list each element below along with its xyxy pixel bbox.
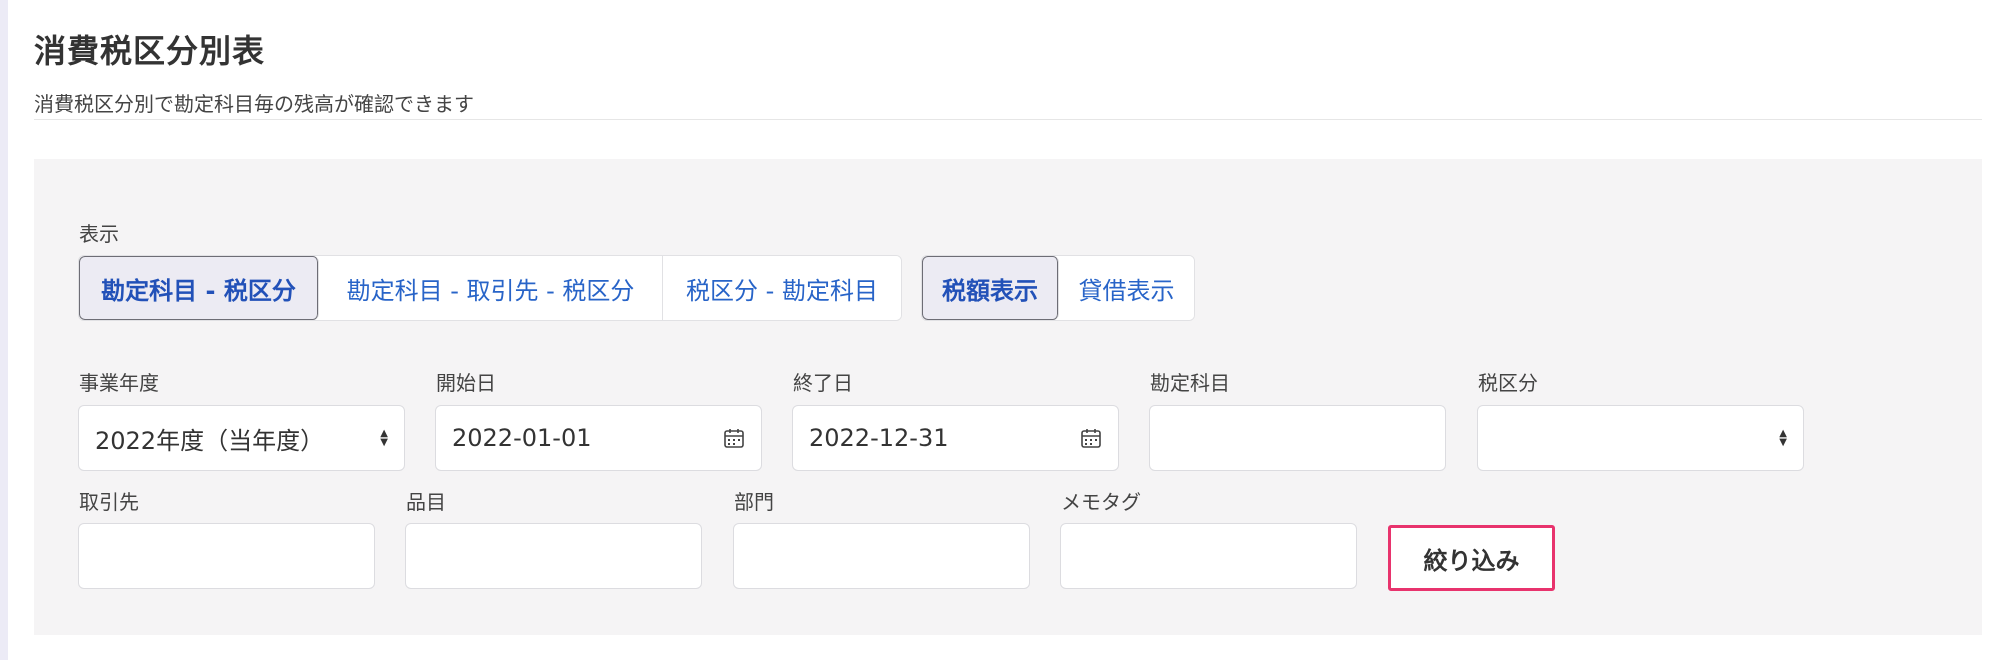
memo-tag-input[interactable] bbox=[1060, 523, 1357, 589]
group-by-toggle: 勘定科目 - 税区分 勘定科目 - 取引先 - 税区分 税区分 - 勘定科目 bbox=[78, 255, 902, 321]
start-date-label: 開始日 bbox=[436, 371, 496, 395]
account-label: 勘定科目 bbox=[1150, 371, 1230, 395]
fiscal-year-select[interactable]: 2022年度（当年度） ▲ ▼ bbox=[78, 405, 405, 471]
department-input[interactable] bbox=[733, 523, 1030, 589]
group-by-option-account-tax[interactable]: 勘定科目 - 税区分 bbox=[79, 256, 319, 320]
partner-label: 取引先 bbox=[79, 490, 139, 514]
fiscal-year-label: 事業年度 bbox=[79, 371, 159, 395]
end-date-value: 2022-12-31 bbox=[809, 424, 949, 452]
page-subtitle: 消費税区分別で勘定科目毎の残高が確認できます bbox=[34, 92, 474, 116]
tax-category-select[interactable]: ▲ ▼ bbox=[1477, 405, 1804, 471]
display-mode-toggle: 税額表示 貸借表示 bbox=[921, 255, 1195, 321]
department-label: 部門 bbox=[734, 490, 774, 514]
header-divider bbox=[34, 119, 1982, 120]
mode-option-debit-credit[interactable]: 貸借表示 bbox=[1059, 256, 1194, 320]
tax-category-label: 税区分 bbox=[1478, 371, 1538, 395]
select-arrows-icon: ▲ ▼ bbox=[1779, 428, 1787, 448]
mode-option-tax-amount[interactable]: 税額表示 bbox=[922, 256, 1059, 320]
group-by-option-tax-account[interactable]: 税区分 - 勘定科目 bbox=[663, 256, 901, 320]
left-edge-strip bbox=[0, 0, 8, 660]
end-date-input[interactable]: 2022-12-31 bbox=[792, 405, 1119, 471]
partner-input[interactable] bbox=[78, 523, 375, 589]
account-input[interactable] bbox=[1149, 405, 1446, 471]
display-label: 表示 bbox=[79, 222, 119, 246]
calendar-icon[interactable] bbox=[1080, 427, 1102, 449]
item-input[interactable] bbox=[405, 523, 702, 589]
start-date-input[interactable]: 2022-01-01 bbox=[435, 405, 762, 471]
calendar-icon[interactable] bbox=[723, 427, 745, 449]
group-by-option-account-partner-tax[interactable]: 勘定科目 - 取引先 - 税区分 bbox=[319, 256, 663, 320]
end-date-label: 終了日 bbox=[793, 371, 853, 395]
filter-submit-button[interactable]: 絞り込み bbox=[1388, 525, 1555, 591]
start-date-value: 2022-01-01 bbox=[452, 424, 592, 452]
select-arrows-icon: ▲ ▼ bbox=[380, 428, 388, 448]
page-title: 消費税区分別表 bbox=[34, 32, 266, 70]
item-label: 品目 bbox=[406, 490, 446, 514]
page: 消費税区分別表 消費税区分別で勘定科目毎の残高が確認できます 表示 勘定科目 -… bbox=[0, 0, 1999, 660]
fiscal-year-value: 2022年度（当年度） bbox=[95, 426, 325, 455]
memo-tag-label: メモタグ bbox=[1061, 490, 1141, 514]
